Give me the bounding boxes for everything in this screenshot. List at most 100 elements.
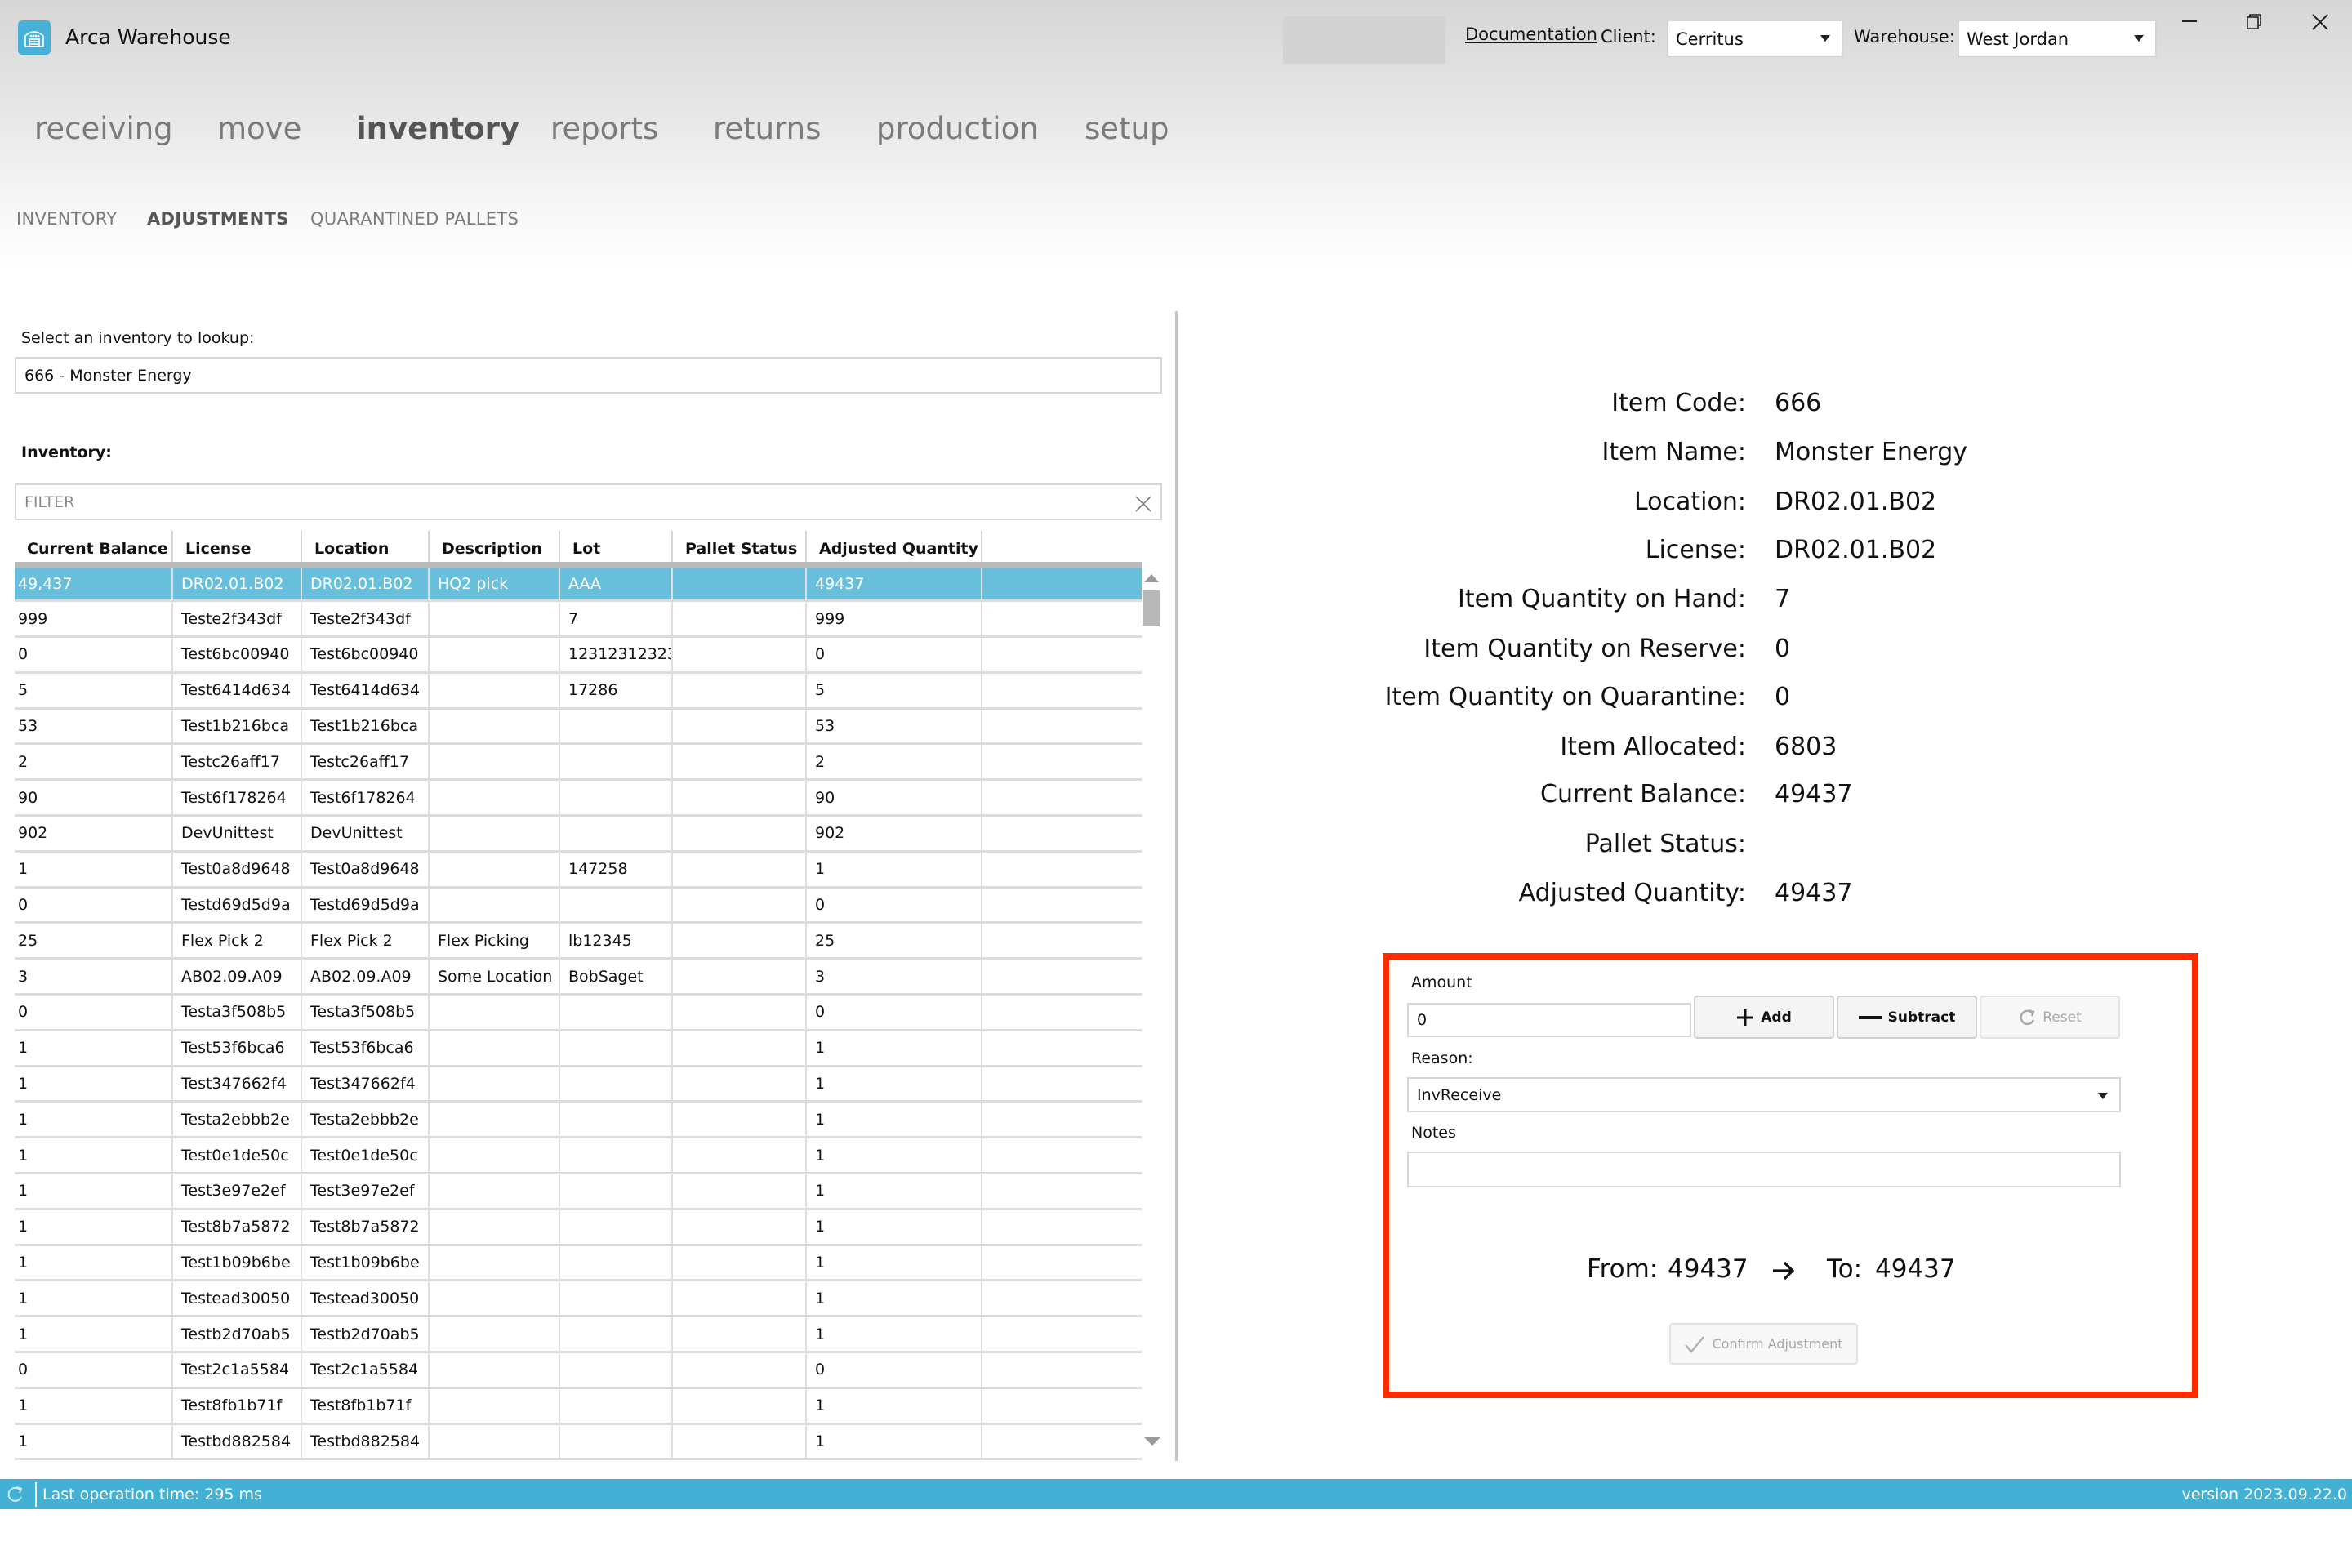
table-cell: AB02.09.A09 [172, 958, 301, 996]
table-cell: Some Location [428, 958, 559, 996]
inventory-table: Current Balance License Location Descriptio… [15, 531, 1142, 1462]
table-row[interactable]: 1 Test1b09b6be Test1b09b6be 1 [15, 1245, 1142, 1282]
table-row[interactable]: 1 Test53f6bca6 Test53f6bca6 1 [15, 1030, 1142, 1067]
table-row[interactable]: 1 Test0e1de50c Test0e1de50c 1 [15, 1137, 1142, 1175]
table-cell [981, 887, 1142, 924]
table-row[interactable]: 1 Test8b7a5872 Test8b7a5872 1 [15, 1209, 1142, 1246]
clear-filter-icon[interactable] [1134, 495, 1152, 513]
table-cell: 5 [805, 672, 982, 710]
table-cell [981, 1316, 1142, 1354]
table-cell: 49,437 [15, 565, 172, 603]
table-row[interactable]: 999 Teste2f343df Teste2f343df 7 999 [15, 600, 1142, 639]
table-cell: BobSaget [559, 958, 672, 996]
column-header[interactable]: Current Balance [15, 531, 172, 568]
table-row[interactable]: 1 Testa2ebbb2e Testa2ebbb2e 1 [15, 1101, 1142, 1139]
table-row[interactable]: 1 Test0a8d9648 Test0a8d9648 147258 1 [15, 851, 1142, 889]
table-row[interactable]: 90 Test6f178264 Test6f178264 90 [15, 779, 1142, 817]
table-row[interactable]: 1 Test8fb1b71f Test8fb1b71f 1 [15, 1388, 1142, 1425]
chevron-down-icon [2134, 35, 2144, 42]
table-row[interactable]: 25 Flex Pick 2 Flex Pick 2 Flex Picking lb12… [15, 922, 1142, 960]
table-scrollbar[interactable] [1143, 570, 1162, 1459]
nav-inventory[interactable]: inventory [356, 111, 519, 146]
column-header[interactable]: Lot [559, 531, 672, 568]
close-button[interactable] [2303, 8, 2336, 41]
table-cell: Teste2f343df [301, 600, 429, 639]
refresh-icon[interactable] [7, 1486, 24, 1503]
tab-quarantined-pallets[interactable]: QUARANTINED PALLETS [310, 209, 519, 229]
table-cell: 0 [805, 994, 982, 1031]
table-row[interactable]: 53 Test1b216bca Test1b216bca 53 [15, 708, 1142, 746]
nav-production[interactable]: production [876, 111, 1039, 146]
warehouse-select[interactable]: West Jordan [1958, 20, 2157, 57]
tab-inventory[interactable]: INVENTORY [16, 209, 117, 229]
table-row[interactable]: 1 Testead30050 Testead30050 1 [15, 1280, 1142, 1318]
table-cell [671, 1209, 806, 1246]
table-row[interactable]: 0 Test6bc00940 Test6bc00940 12312312323 0 [15, 636, 1142, 674]
detail-value: DR02.01.B02 [1775, 488, 1937, 516]
detail-label: Current Balance: [1540, 780, 1746, 808]
minimize-button[interactable] [2172, 8, 2205, 41]
amount-value: 0 [1417, 1011, 1428, 1029]
table-cell [559, 1423, 672, 1461]
table-row[interactable]: 3 AB02.09.A09 AB02.09.A09 Some Location BobS… [15, 958, 1142, 996]
table-row[interactable]: 902 DevUnittest DevUnittest 902 [15, 815, 1142, 853]
table-row[interactable]: 2 Testc26aff17 Testc26aff17 2 [15, 743, 1142, 782]
filter-input[interactable]: FILTER [15, 483, 1162, 520]
table-row[interactable]: 0 Test2c1a5584 Test2c1a5584 0 [15, 1352, 1142, 1389]
scroll-thumb[interactable] [1143, 590, 1160, 626]
nav-reports[interactable]: reports [550, 111, 658, 146]
column-header[interactable]: Pallet Status [671, 531, 806, 568]
table-row[interactable]: 5 Test6414d634 Test6414d634 17286 5 [15, 672, 1142, 710]
table-row[interactable]: 1 Testb2d70ab5 Testb2d70ab5 1 [15, 1316, 1142, 1354]
restore-button[interactable] [2238, 8, 2270, 41]
notes-input[interactable] [1407, 1152, 2121, 1187]
column-header[interactable]: Description [428, 531, 559, 568]
table-cell [671, 1352, 806, 1389]
column-header[interactable]: Adjusted Quantity [805, 531, 982, 568]
tab-adjustments[interactable]: ADJUSTMENTS [147, 209, 289, 229]
nav-setup[interactable]: setup [1085, 111, 1169, 146]
scroll-down-icon[interactable] [1144, 1437, 1160, 1446]
amount-input[interactable]: 0 [1407, 1003, 1691, 1037]
warehouse-select-value: West Jordan [1967, 29, 2069, 49]
table-row[interactable]: 0 Testa3f508b5 Testa3f508b5 0 [15, 994, 1142, 1031]
table-cell: Test0a8d9648 [172, 851, 301, 889]
column-header[interactable]: Location [301, 531, 429, 568]
table-cell: Test3e97e2ef [172, 1173, 301, 1210]
nav-move[interactable]: move [217, 111, 301, 146]
subtract-button[interactable]: Subtract [1837, 996, 1977, 1039]
inventory-label: Inventory: [21, 443, 112, 461]
nav-returns[interactable]: returns [713, 111, 821, 146]
confirm-adjustment-button[interactable]: Confirm Adjustment [1669, 1323, 1858, 1365]
table-cell: Teste2f343df [172, 600, 301, 639]
table-cell [981, 565, 1142, 603]
column-header[interactable]: License [172, 531, 301, 568]
client-select[interactable]: Cerritus [1667, 20, 1843, 57]
table-cell: Test2c1a5584 [172, 1352, 301, 1389]
table-cell: 7 [559, 600, 672, 639]
table-cell [559, 743, 672, 782]
table-cell: 0 [15, 636, 172, 674]
panel-splitter[interactable] [1175, 311, 1178, 1461]
scroll-up-icon[interactable] [1144, 574, 1159, 582]
reason-select[interactable]: InvReceive [1407, 1077, 2121, 1112]
refresh-icon [2020, 1009, 2035, 1025]
table-cell [981, 815, 1142, 853]
table-cell: 1 [15, 1245, 172, 1282]
table-row[interactable]: 1 Testbd882584 Testbd882584 1 [15, 1423, 1142, 1461]
table-row[interactable]: 1 Test347662f4 Test347662f4 1 [15, 1066, 1142, 1103]
table-cell [981, 1280, 1142, 1318]
column-header[interactable] [981, 531, 1142, 568]
table-row[interactable]: 1 Test3e97e2ef Test3e97e2ef 1 [15, 1173, 1142, 1210]
reason-label: Reason: [1411, 1049, 1473, 1067]
table-cell: 90 [15, 779, 172, 817]
add-button[interactable]: Add [1694, 996, 1834, 1039]
table-row[interactable]: 0 Testd69d5d9a Testd69d5d9a 0 [15, 887, 1142, 924]
table-cell [559, 779, 672, 817]
nav-receiving[interactable]: receiving [34, 111, 173, 146]
table-row[interactable]: 49,437 DR02.01.B02 DR02.01.B02 HQ2 pick AAA 4… [15, 565, 1142, 603]
reset-button[interactable]: Reset [1980, 996, 2120, 1039]
table-cell [559, 1030, 672, 1067]
inventory-lookup-input[interactable]: 666 - Monster Energy [15, 357, 1162, 394]
documentation-link[interactable]: Documentation [1465, 24, 1597, 44]
